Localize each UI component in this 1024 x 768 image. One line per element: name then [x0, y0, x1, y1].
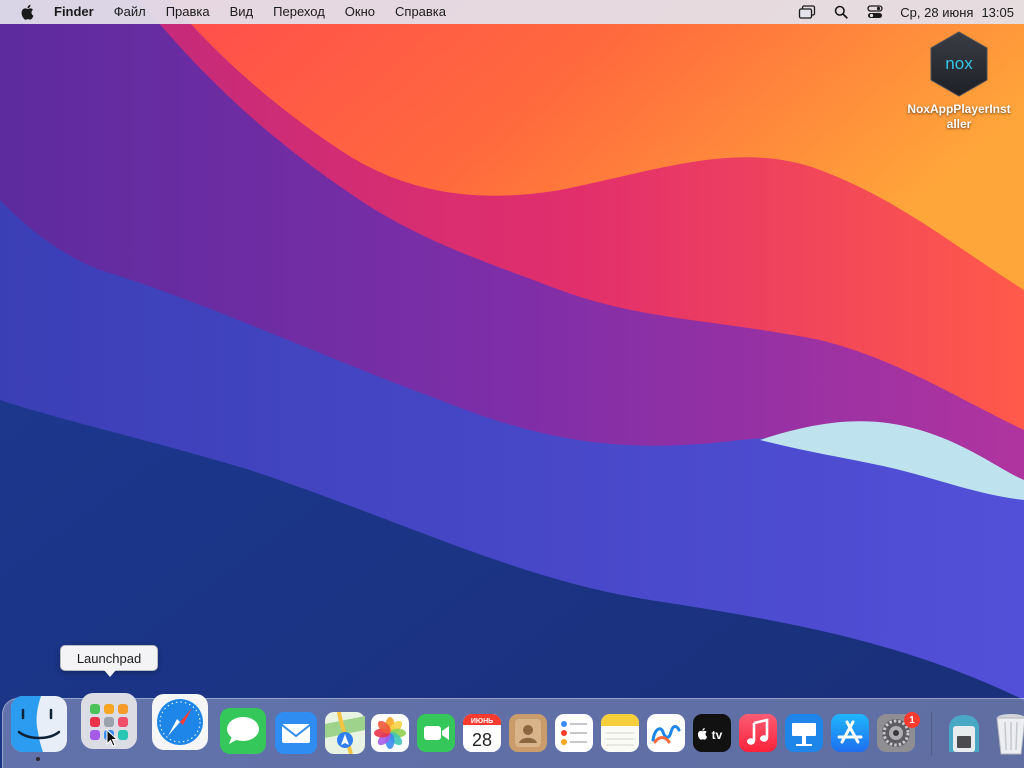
maps-icon	[325, 712, 365, 754]
menu-bar: Finder Файл Правка Вид Переход Окно Спра…	[0, 0, 1024, 24]
calendar-month: ИЮНЬ	[471, 718, 493, 725]
messages-icon	[220, 708, 266, 754]
music-icon	[739, 714, 777, 752]
tv-label: tv	[712, 728, 723, 742]
app-store-icon	[831, 714, 869, 752]
menu-file[interactable]: Файл	[104, 0, 156, 24]
menu-clock[interactable]: Ср, 28 июня 13:05	[892, 5, 1014, 20]
dock-separator	[931, 712, 932, 756]
facetime-icon	[417, 714, 455, 752]
dock-trash[interactable]	[991, 710, 1024, 756]
dock-contacts[interactable]	[509, 714, 547, 752]
dock-downloads[interactable]	[945, 712, 983, 754]
spotlight-search-icon[interactable]	[824, 0, 858, 24]
dock-tooltip: Launchpad	[60, 645, 158, 677]
safari-icon	[152, 694, 208, 750]
dock-reminders[interactable]	[555, 714, 593, 752]
freeform-icon	[647, 714, 685, 752]
trash-icon	[996, 714, 1024, 755]
mouse-pointer-icon	[106, 729, 118, 747]
nox-logo-text: nox	[945, 54, 973, 73]
notification-badge: 1	[904, 712, 920, 728]
contacts-icon	[509, 714, 547, 752]
dock-app-store[interactable]	[831, 714, 869, 752]
dock-photos[interactable]	[371, 714, 409, 752]
dock-freeform[interactable]	[647, 714, 685, 752]
dock-facetime[interactable]	[417, 714, 455, 752]
dock-safari[interactable]	[152, 694, 208, 750]
desktop-file-nox-installer[interactable]: nox NoxAppPlayerInstaller	[900, 30, 1018, 132]
nox-app-icon: nox	[930, 31, 988, 97]
finder-icon	[11, 696, 67, 752]
dock-music[interactable]	[739, 714, 777, 752]
control-center-icon[interactable]	[858, 0, 892, 24]
dock-keynote[interactable]	[785, 714, 823, 752]
downloads-icon	[949, 715, 979, 752]
dock-mail[interactable]	[275, 712, 317, 754]
apple-logo-icon[interactable]	[0, 0, 54, 24]
notes-icon	[601, 714, 639, 752]
menu-go[interactable]: Переход	[263, 0, 335, 24]
dock-calendar[interactable]: ИЮНЬ 28	[463, 714, 501, 752]
dock-messages[interactable]	[220, 708, 266, 754]
dock-tv[interactable]: tv	[693, 714, 731, 752]
menu-edit[interactable]: Правка	[156, 0, 220, 24]
menu-help[interactable]: Справка	[385, 0, 456, 24]
menu-app-finder[interactable]: Finder	[54, 0, 104, 24]
dock-running-indicator	[36, 757, 40, 761]
screen-mirroring-icon[interactable]	[790, 0, 824, 24]
photos-icon	[371, 714, 409, 752]
keynote-icon	[785, 714, 823, 752]
dock-finder[interactable]	[11, 696, 67, 752]
desktop-icon-label: NoxAppPlayerInstaller	[907, 102, 1011, 131]
dock-maps[interactable]	[325, 712, 365, 754]
calendar-day: 28	[472, 730, 492, 750]
clock-date: Ср, 28 июня	[900, 4, 974, 20]
desktop-screen: Finder Файл Правка Вид Переход Окно Спра…	[0, 0, 1024, 768]
reminders-icon	[555, 714, 593, 752]
calendar-icon: ИЮНЬ 28	[463, 714, 501, 752]
mail-icon	[275, 712, 317, 754]
menu-window[interactable]: Окно	[335, 0, 385, 24]
menu-view[interactable]: Вид	[220, 0, 264, 24]
dock-notes[interactable]	[601, 714, 639, 752]
apple-tv-icon: tv	[693, 714, 731, 752]
clock-time: 13:05	[981, 4, 1014, 20]
